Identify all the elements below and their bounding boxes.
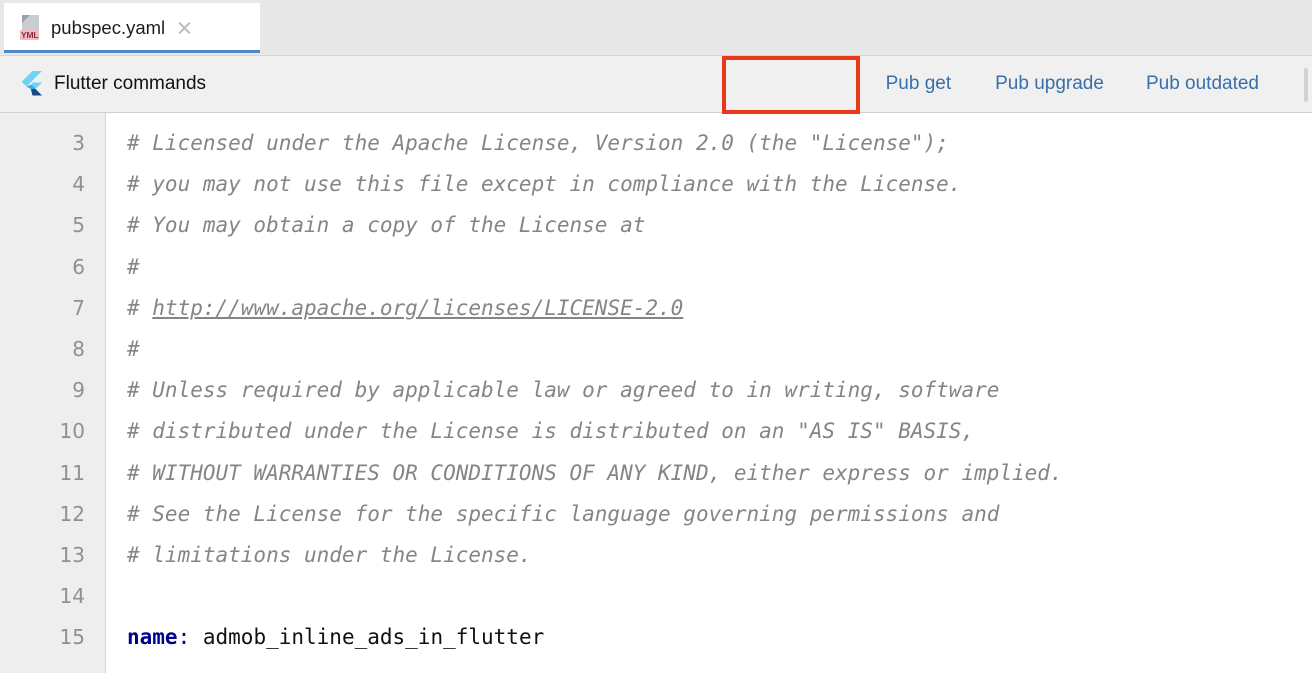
- tab-pubspec-yaml[interactable]: YML pubspec.yaml: [4, 3, 260, 52]
- license-url-link[interactable]: http://www.apache.org/licenses/LICENSE-2…: [152, 296, 683, 320]
- flutter-logo-icon: [17, 70, 43, 98]
- line-number: 9: [72, 378, 85, 403]
- code-line: # See the License for the specific langu…: [127, 501, 1000, 526]
- comment-hash: #: [127, 295, 153, 320]
- line-number: 14: [59, 584, 85, 609]
- code-line: # Unless required by applicable law or a…: [127, 378, 1000, 403]
- tab-active-underline: [4, 50, 260, 53]
- line-number: 5: [72, 213, 85, 238]
- code-line: # Licensed under the Apache License, Ver…: [127, 131, 949, 155]
- line-number: 7: [72, 295, 85, 320]
- pub-outdated-button[interactable]: Pub outdated: [1125, 56, 1280, 112]
- line-number: 3: [72, 131, 85, 155]
- code-line: # limitations under the License.: [127, 542, 532, 567]
- tab-filename-label: pubspec.yaml: [51, 16, 166, 38]
- pub-actions-group: Pub get Pub upgrade Pub outdated: [863, 56, 1312, 112]
- line-number: 11: [59, 460, 85, 485]
- yaml-key: name: [127, 625, 178, 650]
- line-number: 8: [72, 336, 85, 361]
- line-number: 6: [72, 254, 85, 279]
- line-number-gutter: 3 4 5 6 7 8 9 10 11 12 13 14 15: [0, 113, 106, 673]
- code-line: # distributed under the License is distr…: [127, 419, 975, 444]
- code-content-area[interactable]: # Licensed under the Apache License, Ver…: [106, 113, 1312, 673]
- line-number: 4: [72, 172, 85, 197]
- code-line: # you may not use this file except in co…: [127, 172, 962, 197]
- editor-tab-strip: YML pubspec.yaml: [0, 0, 1312, 56]
- code-line: #: [127, 254, 140, 279]
- line-number: 10: [59, 419, 85, 444]
- line-number: 15: [59, 625, 85, 650]
- pub-upgrade-button[interactable]: Pub upgrade: [974, 56, 1125, 112]
- yaml-value: admob_inline_ads_in_flutter: [190, 625, 545, 650]
- code-line: #: [127, 336, 140, 361]
- yml-file-icon: YML: [20, 14, 42, 41]
- yml-badge-label: YML: [20, 29, 40, 40]
- close-icon[interactable]: [176, 19, 193, 36]
- code-line: # WITHOUT WARRANTIES OR CONDITIONS OF AN…: [127, 460, 1063, 485]
- toolbar-scrollbar[interactable]: [1304, 68, 1308, 102]
- line-number: 12: [59, 501, 85, 526]
- line-number: 13: [59, 542, 85, 567]
- code-editor: 3 4 5 6 7 8 9 10 11 12 13 14 15 # Licensed under the…: [0, 113, 1312, 673]
- toolbar-title: Flutter commands: [54, 73, 207, 94]
- code-line: name: admob_inline_ads_in_flutter: [127, 617, 1312, 658]
- yaml-colon: :: [177, 625, 191, 650]
- code-line: # You may obtain a copy of the License a…: [127, 213, 646, 238]
- code-line: # http://www.apache.org/licenses/LICENSE…: [127, 288, 1312, 329]
- pub-get-button[interactable]: Pub get: [863, 56, 975, 112]
- flutter-commands-toolbar: Flutter commands Pub get Pub upgrade Pub…: [0, 56, 1312, 113]
